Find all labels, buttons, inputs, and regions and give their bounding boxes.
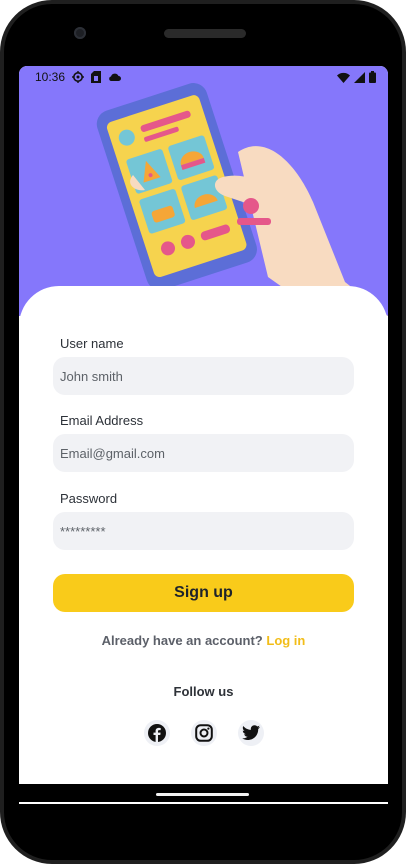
status-time: 10:36	[35, 70, 66, 84]
email-input[interactable]	[53, 434, 354, 472]
username-label: User name	[60, 336, 124, 351]
earpiece-speaker	[164, 29, 246, 38]
phone-frame: 10:36 User name John smith Email Address…	[0, 0, 406, 864]
signup-button[interactable]: Sign up	[53, 574, 354, 612]
instagram-icon	[194, 724, 213, 742]
home-indicator[interactable]	[156, 793, 249, 796]
facebook-icon	[147, 724, 166, 742]
twitter-button[interactable]	[237, 720, 264, 746]
twitter-icon	[241, 725, 260, 740]
login-link[interactable]: Log in	[266, 633, 305, 648]
email-label: Email Address	[60, 413, 144, 428]
password-input[interactable]	[53, 512, 354, 550]
signal-icon	[354, 71, 365, 83]
social-links	[19, 720, 388, 746]
sim-card-icon	[91, 71, 102, 83]
password-label: Password	[60, 491, 118, 506]
status-bar: 10:36	[19, 66, 388, 88]
hero-banner: 10:36	[19, 66, 388, 316]
sync-icon	[72, 71, 85, 83]
wifi-icon	[337, 72, 350, 83]
cloud-icon	[108, 72, 122, 82]
follow-us-label: Follow us	[173, 684, 234, 699]
instagram-button[interactable]	[190, 720, 217, 746]
signup-form-card: User name Email Address Password Sign up…	[19, 286, 388, 804]
battery-icon	[369, 71, 376, 83]
login-prompt-text: Already have an account?	[101, 633, 263, 648]
app-screen: 10:36 User name John smith Email Address…	[19, 66, 388, 804]
front-camera	[74, 27, 86, 39]
login-prompt: Already have an account? Log in	[19, 633, 388, 648]
username-input[interactable]	[53, 357, 354, 395]
facebook-button[interactable]	[143, 720, 170, 746]
phone-in-hand-illustration	[96, 83, 388, 316]
